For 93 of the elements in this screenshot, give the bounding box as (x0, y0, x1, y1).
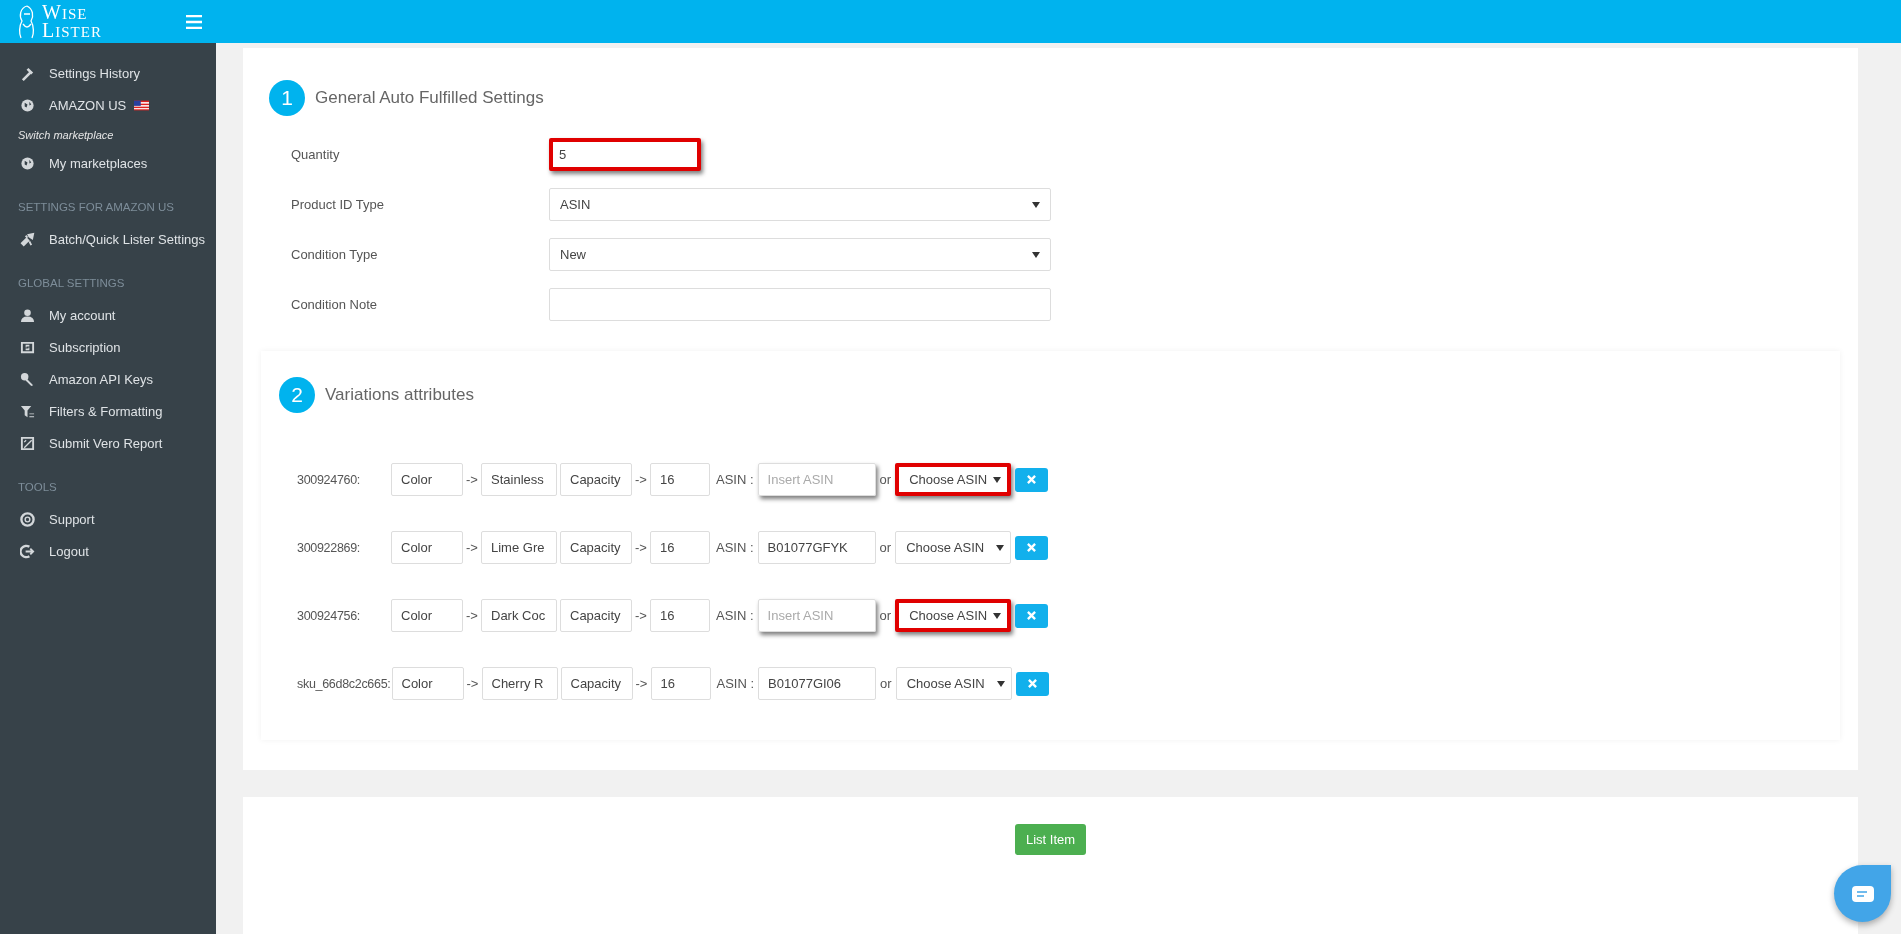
sidebar-heading: GLOBAL SETTINGS (17, 276, 126, 291)
attribute-field[interactable]: Color (391, 667, 464, 700)
caret-icon (993, 612, 1002, 619)
value-field[interactable]: 16 (650, 531, 710, 564)
sidebar-item[interactable]: Support (0, 503, 216, 535)
asin-label: ASIN : (716, 608, 754, 623)
caret-icon (1032, 251, 1040, 258)
attribute-field[interactable]: Capacity (560, 531, 632, 564)
choose-asin-select[interactable]: Choose ASIN (895, 599, 1012, 632)
logo-text: WISE LISTER (42, 3, 102, 40)
or-label: or (880, 676, 892, 691)
caret-icon (1032, 201, 1040, 208)
arrow-text: -> (465, 540, 479, 555)
arrow-text: -> (465, 608, 479, 623)
value-field[interactable]: 16 (650, 667, 711, 700)
sidebar-item[interactable]: Batch/Quick Lister Settings (0, 223, 216, 255)
caret-icon (996, 680, 1005, 687)
sidebar-item[interactable]: AMAZON US (0, 89, 216, 121)
section-title: Variations attributes (325, 385, 474, 405)
attribute-field[interactable]: Color (391, 531, 463, 564)
value-field[interactable]: Dark Coc (481, 599, 557, 632)
sidebar-item[interactable]: My account (0, 299, 216, 331)
value-field[interactable]: 16 (650, 599, 710, 632)
sidebar-item[interactable]: Settings History (0, 57, 216, 89)
sidebar-item[interactable]: Logout (0, 535, 216, 567)
delete-button[interactable] (1015, 467, 1049, 492)
field-label: Quantity (290, 147, 341, 162)
caret-icon (996, 544, 1005, 551)
sku-label: sku_66d8c2c665: (297, 676, 391, 691)
menu-icon[interactable] (186, 14, 202, 29)
step-number: 1 (269, 80, 305, 116)
close-icon (1027, 543, 1037, 552)
choose-asin-select[interactable]: Choose ASIN (895, 667, 1012, 700)
sidebar-item[interactable]: My marketplaces (0, 147, 216, 179)
or-label: or (879, 608, 892, 623)
asin-label: ASIN : (716, 676, 755, 691)
or-label: or (879, 472, 892, 487)
attribute-field[interactable]: Color (391, 599, 463, 632)
sku-label: 300922869: (297, 540, 362, 555)
delete-button[interactable] (1015, 671, 1049, 696)
select-field[interactable]: New (549, 238, 1051, 271)
user-icon (20, 307, 35, 323)
tools-icon (20, 65, 35, 81)
arrow-text: -> (634, 676, 649, 691)
text-field[interactable] (549, 288, 1051, 321)
or-label: or (879, 540, 892, 555)
asin-label: ASIN : (716, 472, 754, 487)
attribute-field[interactable]: Capacity (560, 463, 632, 496)
sidebar-item[interactable]: Filters & Formatting (0, 395, 216, 427)
close-icon (1027, 611, 1037, 620)
sidebar-heading: TOOLS (17, 480, 58, 495)
sidebar-item[interactable]: Subscription (0, 331, 216, 363)
arrow-text: -> (634, 472, 648, 487)
close-icon (1027, 679, 1037, 688)
attribute-field[interactable]: Capacity (560, 599, 632, 632)
sidebar-heading: SETTINGS FOR AMAZON US (17, 200, 175, 215)
edit-icon (20, 435, 35, 451)
asin-input[interactable]: B01077GFYK (757, 531, 876, 564)
chat-icon (1851, 885, 1874, 902)
field-label: Condition Note (290, 297, 378, 312)
value-field[interactable]: Stainless (481, 463, 557, 496)
arrow-text: -> (465, 676, 480, 691)
delete-button[interactable] (1015, 535, 1049, 560)
arrow-text: -> (634, 540, 648, 555)
arrow-text: -> (634, 608, 648, 623)
sku-label: 300924756: (297, 608, 362, 623)
sidebar-note: Switch marketplace (17, 128, 115, 143)
logout-icon (20, 543, 35, 559)
section-title: General Auto Fulfilled Settings (315, 88, 544, 108)
step-number: 2 (279, 377, 315, 413)
close-icon (1027, 475, 1037, 484)
asin-label: ASIN : (716, 540, 754, 555)
field-label: Product ID Type (290, 197, 385, 212)
attribute-field[interactable]: Color (391, 463, 463, 496)
filter-icon (20, 403, 35, 419)
text-field[interactable]: 5 (549, 138, 701, 171)
delete-button[interactable] (1015, 603, 1049, 628)
choose-asin-select[interactable]: Choose ASIN (895, 463, 1012, 496)
attribute-field[interactable]: Capacity (560, 667, 633, 700)
choose-asin-select[interactable]: Choose ASIN (895, 531, 1012, 564)
field-label: Condition Type (290, 247, 379, 262)
asin-input[interactable]: B01077GI06 (758, 667, 877, 700)
lifebuoy-icon (20, 511, 35, 527)
arrow-text: -> (465, 472, 479, 487)
value-field[interactable]: 16 (650, 463, 710, 496)
select-field[interactable]: ASIN (549, 188, 1051, 221)
value-field[interactable]: Lime Gre (481, 531, 557, 564)
sidebar-item[interactable]: Submit Vero Report (0, 427, 216, 459)
key-icon (20, 371, 35, 387)
value-field[interactable]: Cherry R (481, 667, 558, 700)
sidebar-item[interactable]: Amazon API Keys (0, 363, 216, 395)
caret-icon (993, 476, 1002, 483)
sku-label: 300924760: (297, 472, 362, 487)
